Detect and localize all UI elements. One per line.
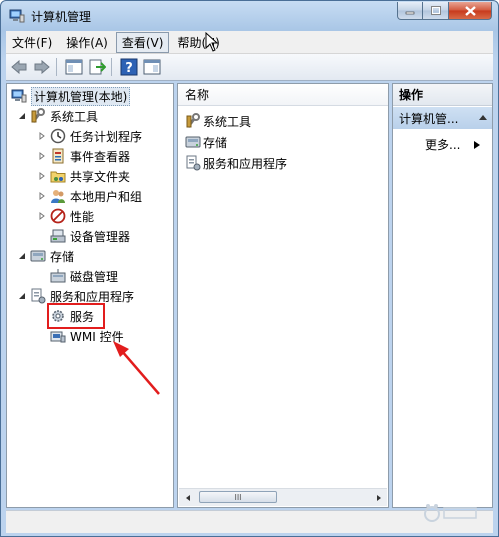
caption-buttons [397,2,492,21]
computer-management-icon [9,8,25,24]
device-manager-icon [50,228,66,244]
console-tree[interactable]: 计算机管理(本地) 系统工具 任务计划程序 事件查看器 共享文件夹 本地用户和组 [6,83,174,508]
show-hide-tree-icon [65,59,83,75]
system-tools-icon [30,108,46,124]
storage-icon [30,248,46,264]
scroll-right-arrow-icon[interactable] [370,489,387,506]
back-button[interactable] [9,57,29,77]
event-viewer-icon [50,148,66,164]
toolbar-separator [56,58,57,76]
shared-folder-icon [50,168,66,184]
collapse-triangle-icon[interactable] [17,111,27,121]
help-icon: ? [120,58,138,76]
disk-management-icon [50,268,66,284]
expand-triangle-icon[interactable] [37,191,47,201]
services-and-applications-icon [30,288,46,304]
computer-management-window: 计算机管理 文件(F) 操作(A) 查看(V) 帮助(H) ? 计算机管理(本地… [0,0,499,537]
tree-node-disk-management[interactable]: 磁盘管理 [50,267,118,285]
tree-node-system-tools[interactable]: 系统工具 [17,107,98,125]
actions-header: 操作 [393,84,492,106]
collapse-up-icon [479,115,487,120]
horizontal-scrollbar[interactable]: III [179,488,387,506]
collapse-triangle-icon[interactable] [17,291,27,301]
window-title: 计算机管理 [31,10,92,24]
toolbar-separator [111,58,112,76]
back-arrow-icon [11,60,27,74]
performance-icon [50,208,66,224]
annotation-arrow [113,341,160,395]
expand-triangle-icon[interactable] [37,211,47,221]
storage-icon [185,134,201,150]
forward-arrow-icon [34,60,50,74]
watermark-logo [424,504,477,522]
tree-node-task-scheduler[interactable]: 任务计划程序 [37,127,142,145]
list-item-label: 存储 [203,135,228,150]
help-button[interactable]: ? [119,57,139,77]
results-list-pane[interactable]: 名称 系统工具 存储 服务和应用程序 III [177,83,389,508]
list-item-services-and-applications[interactable]: 服务和应用程序 [185,154,287,172]
export-list-icon [89,59,106,75]
maximize-icon [430,6,441,15]
scrollbar-grip: III [234,492,242,502]
tree-node-shared-folders[interactable]: 共享文件夹 [37,167,130,185]
show-hide-action-pane-button[interactable] [142,57,162,77]
more-actions-label: 更多... [425,138,461,152]
expand-triangle-icon[interactable] [37,131,47,141]
wmi-control-icon [50,328,66,344]
column-header-name-label: 名称 [185,88,210,102]
maximize-button[interactable] [423,2,449,20]
tree-node-event-viewer[interactable]: 事件查看器 [37,147,130,165]
system-tools-icon [185,113,201,129]
minimize-button[interactable] [397,2,423,20]
show-hide-tree-button[interactable] [64,57,84,77]
title-bar[interactable]: 计算机管理 [1,1,498,31]
list-item-system-tools[interactable]: 系统工具 [185,112,251,130]
more-actions-link[interactable]: 更多... [425,136,481,153]
list-item-label: 系统工具 [203,114,252,129]
task-scheduler-icon [50,128,66,144]
services-and-applications-icon [185,155,201,171]
users-group-icon [50,188,66,204]
expand-triangle-icon[interactable] [37,151,47,161]
scrollbar-thumb[interactable]: III [199,491,277,503]
collapse-triangle-icon[interactable] [17,251,27,261]
expand-triangle-icon[interactable] [37,171,47,181]
actions-section-computer-management[interactable]: 计算机管... [393,107,492,129]
tree-node-root[interactable]: 计算机管理(本地) [11,86,131,106]
svg-text:?: ? [125,61,133,76]
tree-node-device-manager[interactable]: 设备管理器 [50,227,130,245]
toolbar: ? [6,54,493,81]
submenu-arrow-icon [474,140,481,149]
close-icon [464,5,476,16]
computer-management-icon [11,88,27,104]
export-list-button[interactable] [87,57,107,77]
actions-pane: 操作 计算机管... 更多... [392,83,493,508]
list-item-label: 服务和应用程序 [203,156,288,171]
show-hide-action-pane-icon [143,59,161,75]
tree-node-performance[interactable]: 性能 [37,207,94,225]
close-button[interactable] [449,2,492,20]
column-header-name[interactable]: 名称 [178,84,388,106]
menu-file[interactable]: 文件(F) [6,32,58,53]
scroll-left-arrow-icon[interactable] [179,489,196,506]
annotation-highlight-box [47,303,105,329]
forward-button[interactable] [32,57,52,77]
minimize-icon [405,11,415,14]
actions-section-label: 计算机管... [399,111,459,126]
tree-node-storage[interactable]: 存储 [17,247,74,265]
mouse-cursor-icon [205,32,219,52]
tree-node-local-users[interactable]: 本地用户和组 [37,187,142,205]
menu-bar: 文件(F) 操作(A) 查看(V) 帮助(H) [6,31,493,54]
menu-action[interactable]: 操作(A) [60,32,114,53]
menu-view[interactable]: 查看(V) [115,31,170,53]
list-item-storage[interactable]: 存储 [185,133,227,151]
